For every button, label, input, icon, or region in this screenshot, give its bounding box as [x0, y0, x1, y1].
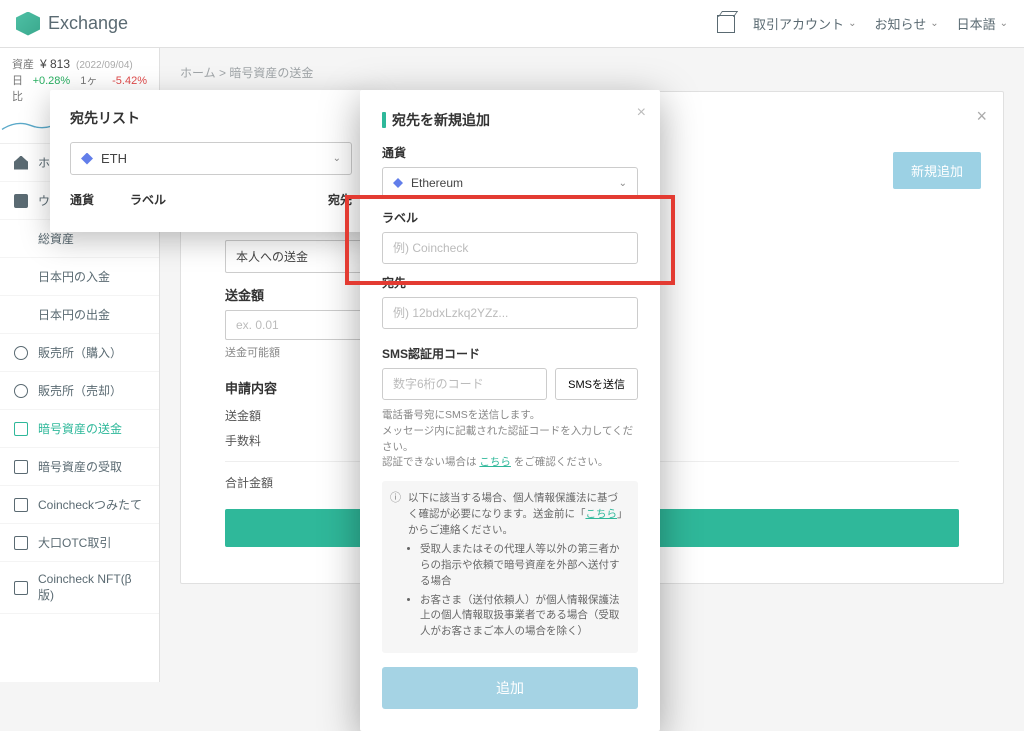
ethereum-icon — [393, 178, 403, 188]
col-dest: 宛先 — [328, 191, 352, 208]
amount-input[interactable]: ex. 0.01 — [225, 310, 365, 340]
label-field-label: ラベル — [382, 209, 638, 226]
add-address-modal: × 宛先を新規追加 通貨 Ethereum ⌄ ラベル 宛先 SMS認証用コード… — [360, 90, 660, 731]
blank-icon — [14, 270, 28, 284]
app-header: Exchange 取引アカウント⌄ お知らせ⌄ 日本語⌄ — [0, 0, 1024, 48]
close-icon[interactable]: × — [637, 104, 646, 122]
col-label: ラベル — [130, 191, 166, 208]
sidebar-item-jpy-deposit[interactable]: 日本円の入金 — [0, 258, 159, 296]
news-menu[interactable]: お知らせ⌄ — [874, 14, 938, 33]
currency-field-label: 通貨 — [382, 144, 638, 161]
cube-icon[interactable] — [717, 15, 735, 33]
truck-icon — [14, 536, 28, 550]
sms-code-input[interactable] — [382, 368, 547, 400]
modal-title: 宛先を新規追加 — [382, 110, 638, 130]
sidebar-item-buy[interactable]: 販売所（購入） — [0, 334, 159, 372]
dest-field-label: 宛先 — [382, 274, 638, 291]
balance-label: 資産 — [12, 56, 34, 72]
ethereum-icon — [81, 153, 93, 165]
hex-logo-icon — [16, 12, 40, 36]
sidebar-item-nft[interactable]: Coincheck NFT(β版) — [0, 562, 159, 614]
cart-icon — [14, 384, 28, 398]
send-icon — [14, 422, 28, 436]
sms-help-link[interactable]: こちら — [479, 456, 511, 468]
currency-dropdown[interactable]: Ethereum ⌄ — [382, 167, 638, 199]
account-menu[interactable]: 取引アカウント⌄ — [753, 14, 856, 33]
breadcrumb: ホーム > 暗号資産の送金 — [180, 64, 1004, 81]
add-button[interactable]: 追加 — [382, 667, 638, 709]
col-currency: 通貨 — [70, 191, 94, 208]
blank-icon — [14, 232, 28, 246]
balance-date: (2022/09/04) — [76, 60, 133, 71]
send-sms-button[interactable]: SMSを送信 — [555, 368, 638, 400]
brand-text: Exchange — [48, 13, 128, 34]
cart-icon — [14, 346, 28, 360]
sms-note: 電話番号宛にSMSを送信します。 メッセージ内に記載された認証コードを入力してく… — [382, 408, 638, 471]
sms-field-label: SMS認証用コード — [382, 345, 638, 362]
chevron-down-icon: ⌄ — [848, 18, 856, 29]
destination-input[interactable] — [382, 297, 638, 329]
sidebar-item-jpy-withdraw[interactable]: 日本円の出金 — [0, 296, 159, 334]
close-icon[interactable]: × — [976, 106, 987, 127]
privacy-info-box: 以下に該当する場合、個人情報保護法に基づく確認が必要になります。送金前に「こちら… — [382, 481, 638, 653]
image-icon — [14, 581, 28, 595]
address-table-header: 通貨 ラベル 宛先 — [70, 191, 352, 208]
brand-logo: Exchange — [16, 12, 128, 36]
sidebar-item-crypto-send[interactable]: 暗号資産の送金 — [0, 410, 159, 448]
day-label: 日比 — [12, 72, 27, 104]
language-menu[interactable]: 日本語⌄ — [957, 14, 1008, 33]
receive-icon — [14, 460, 28, 474]
recipient-type-select[interactable]: 本人への送金 — [225, 240, 365, 273]
privacy-contact-link[interactable]: こちら — [585, 508, 617, 520]
blank-icon — [14, 308, 28, 322]
chevron-down-icon: ⌄ — [333, 153, 341, 164]
home-icon — [14, 156, 28, 170]
popover-title: 宛先リスト — [70, 108, 352, 128]
popover-currency-select[interactable]: ETH ⌄ — [70, 142, 352, 175]
address-list-popover: 宛先リスト ETH ⌄ 通貨 ラベル 宛先 — [50, 90, 372, 232]
sidebar-item-tsumitate[interactable]: Coincheckつみたて — [0, 486, 159, 524]
sidebar-item-sell[interactable]: 販売所（売却） — [0, 372, 159, 410]
month-pct: -5.42% — [112, 75, 147, 87]
sidebar-item-crypto-receive[interactable]: 暗号資産の受取 — [0, 448, 159, 486]
chevron-down-icon: ⌄ — [1000, 18, 1008, 29]
new-address-button[interactable]: 新規追加 — [893, 152, 981, 189]
breadcrumb-home[interactable]: ホーム — [180, 66, 216, 80]
header-right-nav: 取引アカウント⌄ お知らせ⌄ 日本語⌄ — [717, 14, 1008, 33]
chevron-down-icon: ⌄ — [930, 18, 938, 29]
sidebar-item-otc[interactable]: 大口OTC取引 — [0, 524, 159, 562]
balance-amount: ¥ 813 — [40, 57, 70, 71]
stack-icon — [14, 498, 28, 512]
chevron-down-icon: ⌄ — [619, 178, 627, 189]
breadcrumb-current: 暗号資産の送金 — [229, 66, 313, 80]
label-input[interactable] — [382, 232, 638, 264]
day-pct: +0.28% — [33, 75, 71, 87]
wallet-icon — [14, 194, 28, 208]
